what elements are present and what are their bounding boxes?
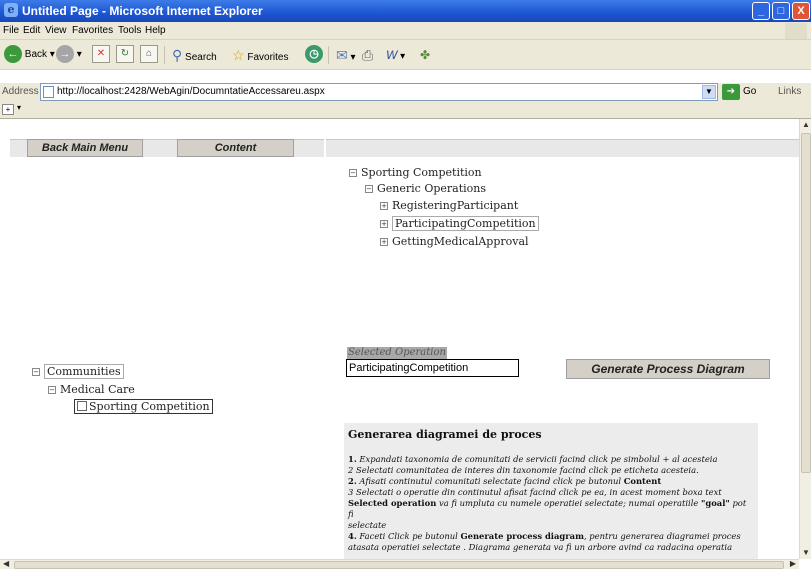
windows-logo-icon <box>785 23 807 39</box>
tree-node-participating-competition[interactable]: + ParticipatingCompetition <box>380 216 539 231</box>
edit-button[interactable]: W ▾ <box>386 45 405 65</box>
favorites-button[interactable]: ☆ Favorites <box>232 45 288 65</box>
star-icon: ☆ <box>232 47 245 63</box>
history-icon: ◷ <box>305 45 323 64</box>
help-line: 2 Selectati comunitatea de interes din t… <box>348 465 699 475</box>
scroll-left-icon[interactable]: ◀ <box>3 559 9 568</box>
mail-icon: ✉ <box>336 47 348 63</box>
selected-operation-field[interactable]: ParticipatingCompetition <box>346 359 519 377</box>
extra-toolbar: + ▾ <box>0 101 811 119</box>
home-button[interactable]: ⌂ <box>140 45 158 65</box>
expand-icon[interactable]: + <box>380 220 388 228</box>
address-label: Address <box>2 86 39 97</box>
horizontal-scrollbar[interactable]: ◀ ▶ <box>0 559 799 569</box>
favorites-label: Favorites <box>247 52 289 63</box>
minimize-button[interactable]: _ <box>752 2 770 20</box>
help-line: atasata operatiei selectate . Diagrama g… <box>348 542 733 552</box>
messenger-button[interactable]: ✤ <box>420 45 430 65</box>
address-url: http://localhost:2428/WebAgin/Documntati… <box>57 86 325 97</box>
ie-logo-icon: e <box>4 3 18 17</box>
scroll-up-icon[interactable]: ▲ <box>800 119 811 131</box>
history-button[interactable]: ◷ <box>305 45 323 65</box>
scroll-right-icon[interactable]: ▶ <box>790 559 796 568</box>
checkbox[interactable] <box>77 401 87 411</box>
back-arrow-icon: ← <box>4 45 22 64</box>
search-icon: ⚲ <box>172 47 183 63</box>
window-title: Untitled Page - Microsoft Internet Explo… <box>22 4 263 18</box>
menu-edit[interactable]: Edit <box>23 25 40 36</box>
vertical-scrollbar[interactable]: ▲ ▼ <box>799 119 811 559</box>
messenger-icon: ✤ <box>420 48 431 62</box>
search-label: Search <box>185 52 217 63</box>
toolbar: ← Back ▾ → ▾ ✕ ↻ ⌂ ⚲ Search ☆ Favorites … <box>0 40 811 70</box>
go-arrow-icon: ➔ <box>722 84 740 100</box>
tree-node-sporting-competition-leaf[interactable]: Sporting Competition <box>74 399 213 414</box>
home-icon: ⌂ <box>140 45 158 64</box>
toolbar-separator <box>328 46 329 64</box>
back-main-menu-button[interactable]: Back Main Menu <box>27 139 143 157</box>
close-button[interactable]: X <box>792 2 810 20</box>
refresh-icon: ↻ <box>116 45 134 64</box>
stop-icon: ✕ <box>92 45 110 64</box>
address-input[interactable]: http://localhost:2428/WebAgin/Documntati… <box>40 83 718 101</box>
menu-file[interactable]: File <box>3 25 19 36</box>
go-button[interactable]: ➔ Go <box>722 83 756 101</box>
address-bar: Address http://localhost:2428/WebAgin/Do… <box>0 83 811 101</box>
collapse-icon[interactable]: − <box>48 386 56 394</box>
vertical-scroll-thumb[interactable] <box>801 133 811 473</box>
window-titlebar: e Untitled Page - Microsoft Internet Exp… <box>0 0 811 22</box>
help-line: 4. Faceti Click pe butonul Generate proc… <box>348 531 741 541</box>
tree-node-getting-medical-approval[interactable]: + GettingMedicalApproval <box>380 235 529 248</box>
word-icon: W <box>386 48 398 62</box>
generate-process-diagram-button[interactable]: Generate Process Diagram <box>566 359 770 379</box>
expand-icon[interactable]: + <box>380 202 388 210</box>
page-icon <box>43 86 54 98</box>
forward-arrow-icon: → <box>56 45 74 64</box>
menu-tools[interactable]: Tools <box>118 25 141 36</box>
collapse-icon[interactable]: − <box>365 185 373 193</box>
dropdown-arrow-icon[interactable]: ▾ <box>17 103 21 112</box>
tree-node-generic-operations[interactable]: − Generic Operations <box>365 182 486 195</box>
menu-bar: File Edit View Favorites Tools Help <box>0 22 811 40</box>
collapse-icon[interactable]: − <box>349 169 357 177</box>
forward-button[interactable]: → ▾ <box>56 45 82 65</box>
mail-button[interactable]: ✉ ▾ <box>336 45 356 65</box>
tree-node-medical-care[interactable]: − Medical Care <box>48 383 135 396</box>
links-button[interactable]: Links <box>778 86 801 97</box>
help-line: 3 Selectati o operatie din continutul af… <box>348 487 722 497</box>
go-label: Go <box>743 86 757 97</box>
menu-favorites[interactable]: Favorites <box>72 25 113 36</box>
help-title: Generarea diagramei de proces <box>348 428 542 441</box>
search-button[interactable]: ⚲ Search <box>172 45 217 65</box>
right-header-strip <box>326 139 799 157</box>
menu-help[interactable]: Help <box>145 25 166 36</box>
menu-view[interactable]: View <box>45 25 67 36</box>
address-dropdown-button[interactable]: ▼ <box>702 85 716 99</box>
help-panel: Generarea diagramei de proces 1. Expanda… <box>344 423 758 559</box>
horizontal-scroll-thumb[interactable] <box>14 561 784 569</box>
collapse-icon[interactable]: − <box>32 368 40 376</box>
print-icon: ⎙ <box>362 47 374 63</box>
toolbar-separator <box>164 46 165 64</box>
scroll-down-icon[interactable]: ▼ <box>800 547 811 559</box>
help-line: Selected operation va fi umpluta cu nume… <box>348 498 747 519</box>
content-button[interactable]: Content <box>177 139 294 157</box>
back-label: Back <box>24 49 48 60</box>
stop-button[interactable]: ✕ <box>92 45 110 65</box>
refresh-button[interactable]: ↻ <box>116 45 134 65</box>
expand-icon[interactable]: + <box>380 238 388 246</box>
help-line: 1. Expandati taxonomia de comunitati de … <box>348 454 718 464</box>
tree-node-registering-participant[interactable]: + RegisteringParticipant <box>380 199 518 212</box>
tree-node-communities[interactable]: − Communities <box>32 364 124 379</box>
tree-node-sporting-competition[interactable]: − Sporting Competition <box>349 166 482 179</box>
help-line: selectate <box>348 520 387 530</box>
print-button[interactable]: ⎙ <box>362 45 373 65</box>
maximize-button[interactable]: □ <box>772 2 790 20</box>
back-button[interactable]: ← Back ▾ <box>4 45 55 65</box>
toolbar-menu-icon[interactable]: + <box>2 104 14 115</box>
selected-operation-label: Selected Operation <box>347 347 447 359</box>
page-content: Back Main Menu Content − Sporting Competi… <box>0 119 799 559</box>
help-line: 2. Afisati continutul comunitati selecta… <box>348 476 662 486</box>
